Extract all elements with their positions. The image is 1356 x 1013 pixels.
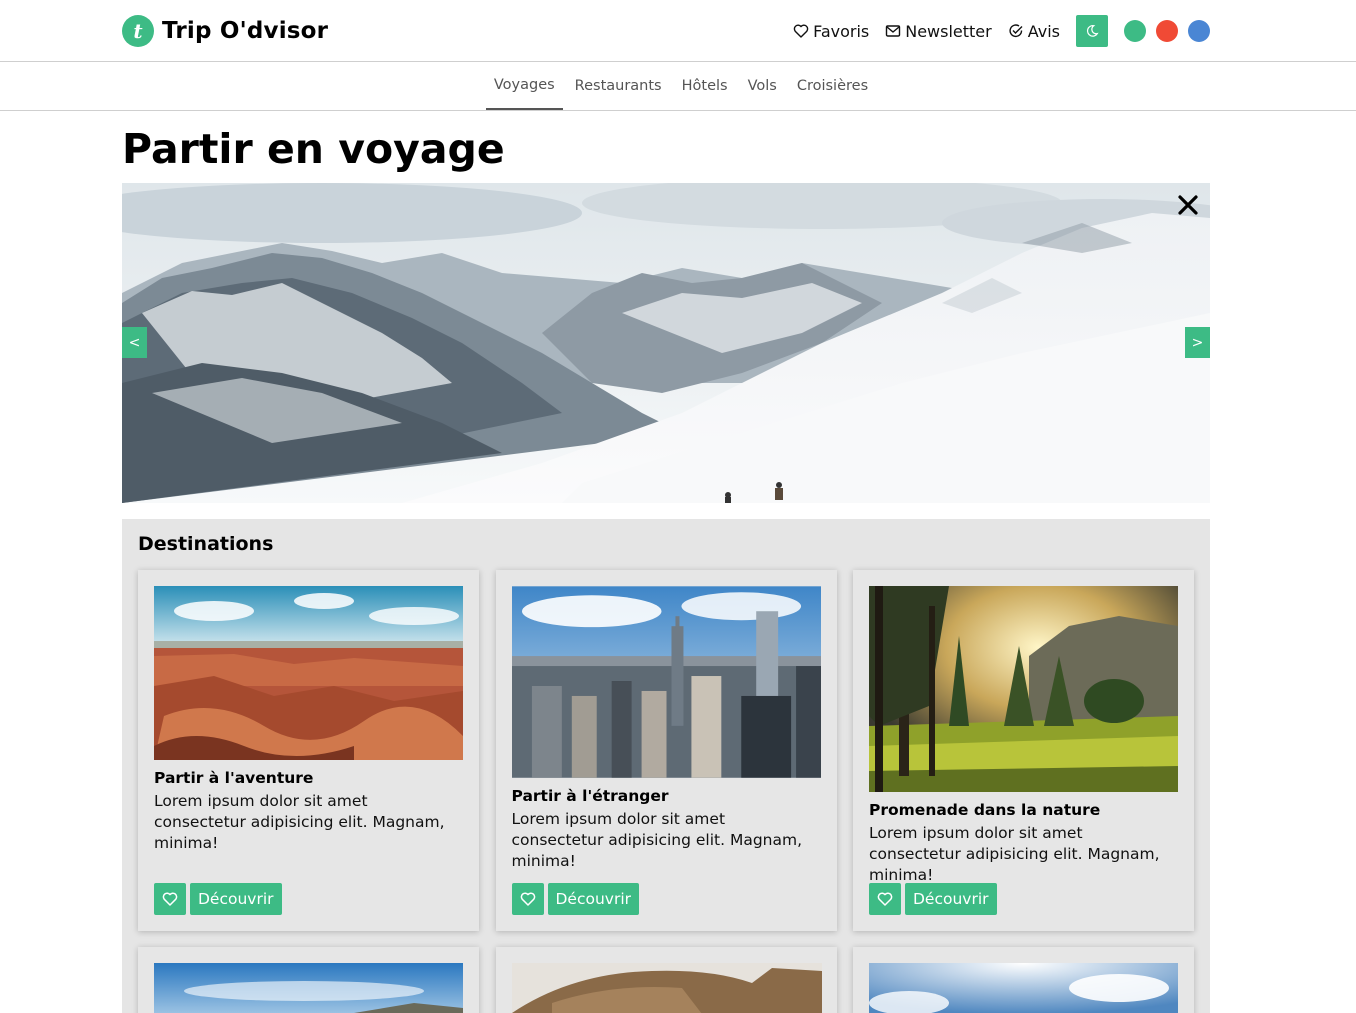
canyon-image [154, 586, 463, 760]
sunny-clouds-image [869, 963, 1178, 1013]
color-swatch-red[interactable] [1156, 20, 1178, 42]
avis-link[interactable]: Avis [1008, 22, 1060, 41]
hero-image [122, 183, 1210, 503]
tab-hotels[interactable]: Hôtels [674, 62, 736, 110]
newsletter-link[interactable]: Newsletter [885, 22, 992, 41]
destinations-section: Destinations Partir à l'aventure Lorem i… [122, 519, 1210, 1013]
theme-toggle-button[interactable] [1076, 15, 1108, 47]
forest-meadow-image [869, 586, 1178, 792]
heart-icon [162, 892, 178, 906]
top-nav: Favoris Newsletter Avis [777, 15, 1210, 47]
destination-card [853, 947, 1194, 1013]
card-text: Lorem ipsum dolor sit amet consectetur a… [154, 792, 445, 852]
favorite-button[interactable] [154, 883, 186, 915]
card-text: Lorem ipsum dolor sit amet consectetur a… [511, 810, 803, 870]
mail-icon [886, 25, 901, 37]
heart-icon [520, 892, 535, 906]
city-skyline-image [511, 586, 821, 778]
blue-sky-hills-image [154, 963, 463, 1013]
site-header: t Trip O'dvisor Favoris Newsletter Avis [0, 0, 1356, 62]
destination-card: Partir à l'aventure Lorem ipsum dolor si… [138, 570, 479, 931]
destinations-title: Destinations [138, 533, 274, 555]
tab-restaurants[interactable]: Restaurants [567, 62, 670, 110]
newsletter-label: Newsletter [905, 21, 992, 41]
favoris-label: Favoris [813, 21, 870, 41]
card-text: Lorem ipsum dolor sit amet consectetur a… [869, 824, 1160, 884]
tab-croisieres[interactable]: Croisières [789, 62, 876, 110]
destinations-grid: Partir à l'aventure Lorem ipsum dolor si… [138, 570, 1194, 931]
favoris-link[interactable]: Favoris [793, 22, 869, 41]
heart-icon [793, 24, 809, 38]
discover-button[interactable]: Découvrir [190, 883, 282, 915]
tab-voyages[interactable]: Voyages [485, 62, 563, 110]
color-swatch-blue[interactable] [1188, 20, 1210, 42]
heart-icon [877, 892, 893, 906]
favorite-button[interactable] [511, 883, 544, 915]
check-circle-icon [1009, 24, 1023, 38]
logo-badge: t [122, 15, 154, 47]
favorite-button[interactable] [869, 883, 901, 915]
tab-vols[interactable]: Vols [740, 62, 785, 110]
brand-name: Trip O'dvisor [162, 18, 329, 44]
moon-icon [1086, 25, 1099, 37]
color-swatch-green[interactable] [1124, 20, 1146, 42]
avis-label: Avis [1027, 21, 1060, 41]
card-actions: Découvrir [869, 883, 997, 915]
desert-rock-dome-image [511, 963, 822, 1013]
carousel-prev-button[interactable]: < [122, 327, 147, 358]
card-title: Partir à l'étranger [511, 787, 669, 805]
destination-card [138, 947, 479, 1013]
card-title: Promenade dans la nature [869, 801, 1101, 819]
destination-card: Promenade dans la nature Lorem ipsum dol… [853, 570, 1194, 931]
card-actions: Découvrir [154, 883, 282, 915]
close-icon[interactable] [1176, 193, 1200, 217]
discover-button[interactable]: Découvrir [905, 883, 997, 915]
card-actions: Découvrir [511, 883, 640, 915]
destination-card: Partir à l'étranger Lorem ipsum dolor si… [495, 570, 837, 931]
category-tabs: Voyages Restaurants Hôtels Vols Croisièr… [0, 62, 1356, 111]
destination-card [495, 947, 837, 1013]
discover-button[interactable]: Découvrir [547, 883, 640, 915]
destinations-grid-row-2 [138, 947, 1194, 1013]
carousel-next-button[interactable]: > [1185, 327, 1210, 358]
page-title: Partir en voyage [122, 125, 505, 173]
brand-logo[interactable]: t Trip O'dvisor [122, 15, 328, 47]
card-title: Partir à l'aventure [154, 769, 314, 787]
hero-carousel: < > [122, 183, 1210, 503]
